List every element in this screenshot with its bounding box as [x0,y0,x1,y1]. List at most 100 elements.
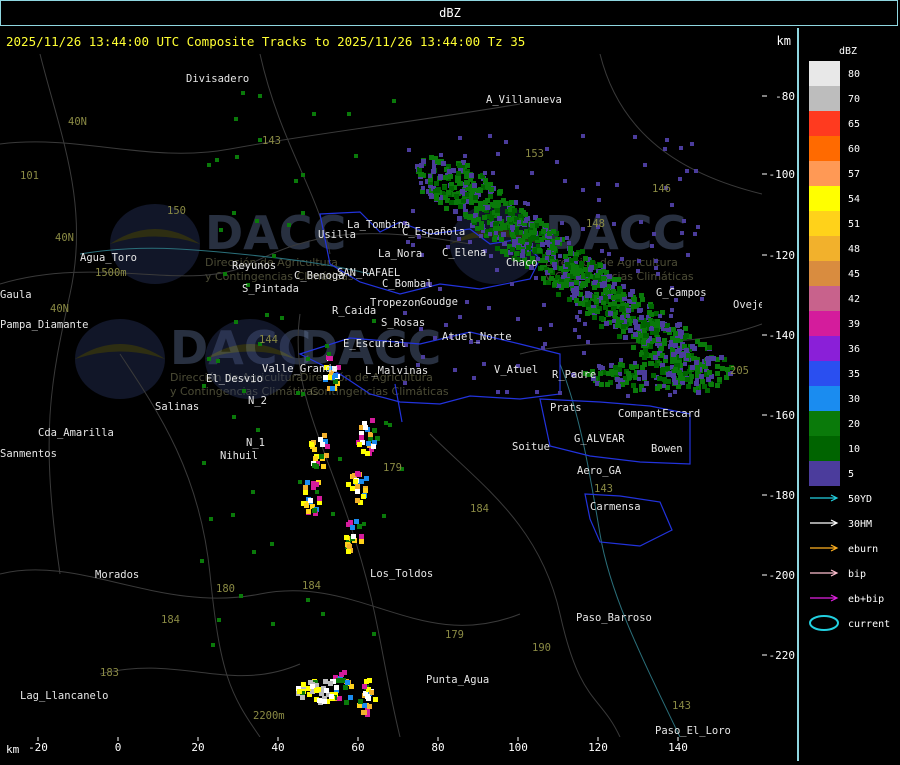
echo-pixel [334,685,339,690]
legend-swatch [809,361,840,386]
legend-value: 45 [848,269,860,280]
echo-pixel [418,172,423,177]
echo-pixel [497,216,502,221]
legend-swatch [809,211,840,236]
echo-pixel [464,180,469,185]
legend-swatch [809,461,840,486]
echo-pixel [255,219,259,223]
echo-pixel [531,235,536,240]
place-label: G_Campos [656,287,707,299]
echo-pixel [303,490,308,495]
echo-pixel [458,204,463,209]
echo-pixel [611,306,616,311]
echo-pixel [555,240,560,245]
echo-pixel [347,112,351,116]
echo-pixel [654,266,658,270]
echo-pixel [321,612,325,616]
echo-pixel [306,357,310,361]
echo-pixel [296,391,300,395]
echo-pixel [651,373,656,378]
echo-pixel [354,154,358,158]
composite-title: 2025/11/26 13:44:00 UTC Composite Tracks… [6,34,526,49]
echo-pixel [675,338,680,343]
echo-pixel [361,494,366,499]
place-label: Agua_Toro [80,252,137,264]
echo-pixel [580,283,585,288]
x-axis: km -20 0 20 40 60 80 100 120 140 [0,737,762,761]
legend-swatch [809,186,840,211]
echo-pixel [265,313,269,317]
y-tick-label: -200 [769,569,796,582]
route-label: 183 [100,667,119,679]
echo-pixel [325,344,329,348]
x-tick-label: 40 [271,741,284,754]
route-label: 150 [167,205,186,217]
echo-pixel [489,216,494,221]
echo-pixel [510,225,515,230]
legend-value: 42 [848,294,860,305]
echo-pixel [298,480,302,484]
echo-pixel [515,185,519,189]
legend-swatch [809,136,840,161]
legend-swatch [809,336,840,361]
echo-pixel [499,237,504,242]
echo-pixel [600,249,604,253]
legend-divider [797,28,799,761]
echo-pixel [639,315,644,320]
echo-pixel [681,352,686,357]
legend-value: 20 [848,419,860,430]
echo-pixel [581,188,585,192]
echo-pixel [256,428,260,432]
x-tick-label: 80 [431,741,444,754]
echo-pixel [343,685,348,690]
echo-pixel [563,179,567,183]
place-label: Prats [550,402,582,414]
echo-pixel [235,155,239,159]
echo-pixel [457,163,462,168]
route-label: 2200m [253,710,285,722]
route-label: 184 [302,580,321,592]
route-label: 153 [525,148,544,160]
echo-pixel [362,684,367,689]
route-label: 205 [730,365,749,377]
echo-pixel [616,294,621,299]
echo-pixel [359,539,364,544]
echo-pixel [472,183,477,188]
echo-pixel [200,559,204,563]
echo-pixel [351,534,356,539]
echo-pixel [571,288,576,293]
echo-pixel [483,171,487,175]
echo-pixel [442,185,447,190]
echo-pixel [231,513,235,517]
echo-pixel [304,503,309,508]
echo-pixel [312,463,317,468]
route-label: 179 [383,462,402,474]
echo-pixel [695,365,700,370]
place-label: C_Bombal [382,278,433,290]
echo-pixel [482,362,486,366]
echo-pixel [581,134,585,138]
echo-pixel [545,256,549,260]
echo-pixel [650,244,654,248]
echo-pixel [476,217,481,222]
route-label: 1500m [95,267,127,279]
echo-pixel [692,346,697,351]
echo-pixel [586,340,590,344]
echo-pixel [217,618,221,622]
echo-pixel [319,454,324,459]
place-label: S_Rosas [381,317,425,329]
route-label: 190 [532,642,551,654]
echo-pixel [671,352,676,357]
echo-pixel [280,316,284,320]
place-label: Goudge [420,296,458,308]
echo-pixel [329,694,334,699]
echo-pixel [662,341,667,346]
echo-pixel [563,254,568,259]
echo-pixel [301,211,305,215]
echo-pixel [441,161,446,166]
radar-map[interactable]: DACC Dirección de Agricultura y Contingenc… [0,54,762,737]
echo-pixel [507,217,512,222]
echo-pixel [500,249,505,254]
echo-pixel [516,245,521,250]
echo-pixel [585,302,590,307]
